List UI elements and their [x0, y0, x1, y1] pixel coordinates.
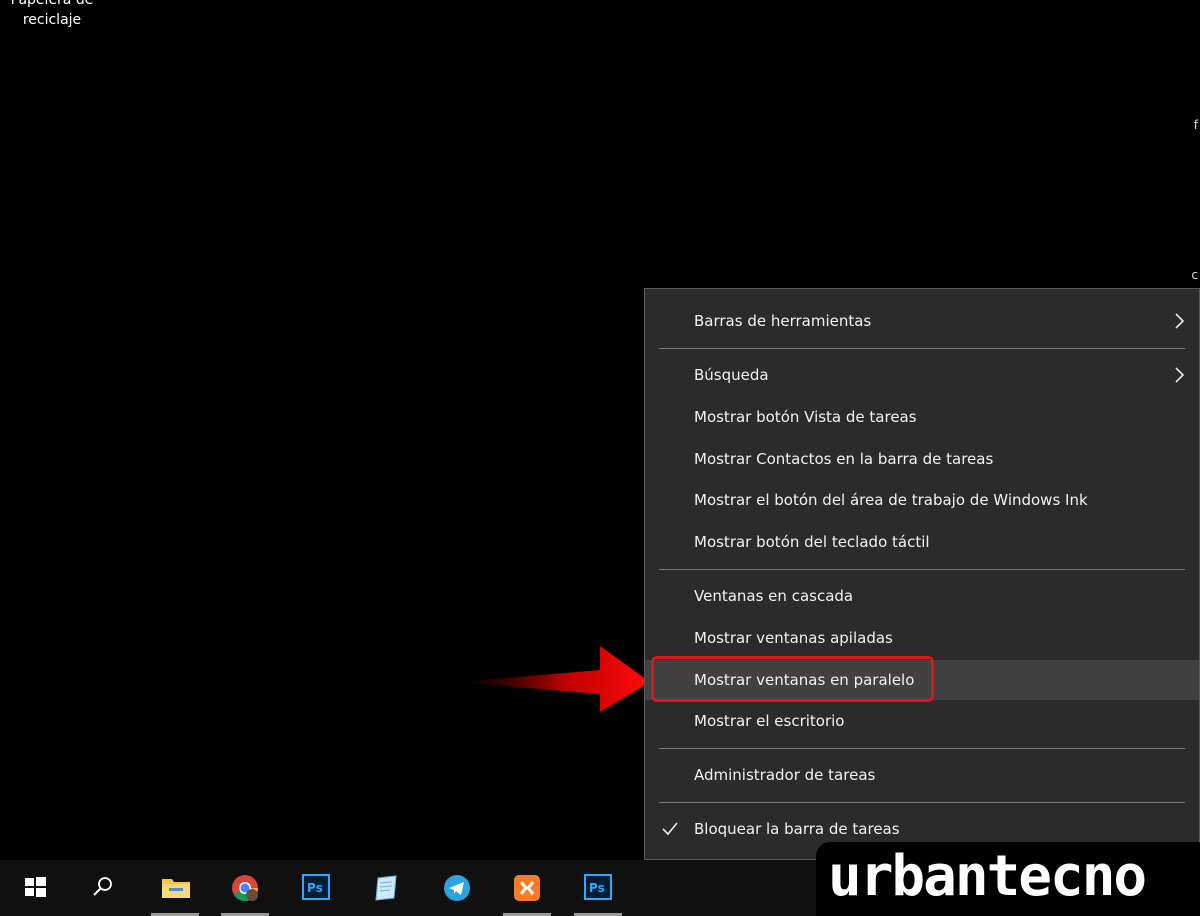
menu-item-show-touch-keyboard[interactable]: Mostrar botón del teclado táctil	[645, 522, 1199, 562]
telegram-button[interactable]	[427, 860, 487, 916]
folder-icon	[162, 879, 190, 898]
chrome-button[interactable]	[215, 860, 275, 916]
menu-separator	[659, 748, 1185, 749]
photoshop-icon: Ps	[584, 874, 612, 900]
menu-item-label: Mostrar el escritorio	[694, 712, 845, 730]
menu-item-label: Ventanas en cascada	[694, 587, 854, 605]
notepad-icon	[375, 875, 397, 901]
xampp-icon	[514, 875, 540, 901]
svg-text:Ps: Ps	[589, 881, 605, 895]
menu-item-show-desktop[interactable]: Mostrar el escritorio	[645, 701, 1199, 741]
red-highlight-annotation	[651, 656, 934, 702]
menu-item-label: Administrador de tareas	[694, 766, 876, 784]
photoshop-icon: Ps	[302, 874, 330, 900]
menu-item-show-task-view[interactable]: Mostrar botón Vista de tareas	[645, 397, 1199, 437]
svg-text:Ps: Ps	[307, 881, 323, 895]
menu-item-label: Mostrar botón del teclado táctil	[694, 533, 930, 551]
menu-item-stacked-windows[interactable]: Mostrar ventanas apiladas	[645, 618, 1199, 658]
recycle-bin-label[interactable]: Papelera de reciclaje	[0, 0, 104, 30]
chevron-right-icon	[1175, 313, 1185, 329]
menu-separator	[659, 569, 1185, 570]
menu-item-show-windows-ink[interactable]: Mostrar el botón del área de trabajo de …	[645, 480, 1199, 520]
menu-item-label: Mostrar el botón del área de trabajo de …	[694, 491, 1088, 509]
watermark-logo: urbantecno	[816, 842, 1200, 916]
menu-item-label: Barras de herramientas	[694, 312, 872, 330]
edge-text-fragment: f	[1193, 118, 1198, 132]
telegram-icon	[444, 875, 470, 901]
menu-item-label: Búsqueda	[694, 366, 769, 384]
search-icon	[93, 877, 112, 896]
edge-text-fragment: c	[1191, 268, 1198, 282]
notes-button[interactable]	[356, 860, 416, 916]
chevron-right-icon	[1175, 367, 1185, 383]
taskbar-context-menu: Barras de herramientas Búsqueda Mostrar …	[644, 288, 1200, 880]
photoshop-button-2[interactable]: Ps	[568, 860, 628, 916]
chrome-icon	[232, 875, 259, 902]
watermark-text: urbantecno	[828, 844, 1147, 909]
menu-item-label: Mostrar ventanas apiladas	[694, 629, 893, 647]
menu-item-label: Mostrar botón Vista de tareas	[694, 408, 917, 426]
file-explorer-button[interactable]	[145, 860, 205, 916]
start-button[interactable]	[6, 860, 66, 916]
menu-separator	[659, 348, 1185, 349]
menu-item-toolbars[interactable]: Barras de herramientas	[645, 301, 1199, 341]
search-button[interactable]	[74, 860, 134, 916]
photoshop-button[interactable]: Ps	[286, 860, 346, 916]
check-icon	[662, 822, 678, 836]
xampp-button[interactable]	[497, 860, 557, 916]
menu-item-cascade-windows[interactable]: Ventanas en cascada	[645, 576, 1199, 616]
pointer-arrow-annotation	[460, 646, 650, 712]
menu-item-label: Mostrar Contactos en la barra de tareas	[694, 450, 994, 468]
menu-separator	[659, 802, 1185, 803]
menu-item-show-contacts[interactable]: Mostrar Contactos en la barra de tareas	[645, 439, 1199, 479]
windows-logo-icon	[25, 877, 46, 897]
menu-item-task-manager[interactable]: Administrador de tareas	[645, 755, 1199, 795]
menu-item-search[interactable]: Búsqueda	[645, 355, 1199, 395]
